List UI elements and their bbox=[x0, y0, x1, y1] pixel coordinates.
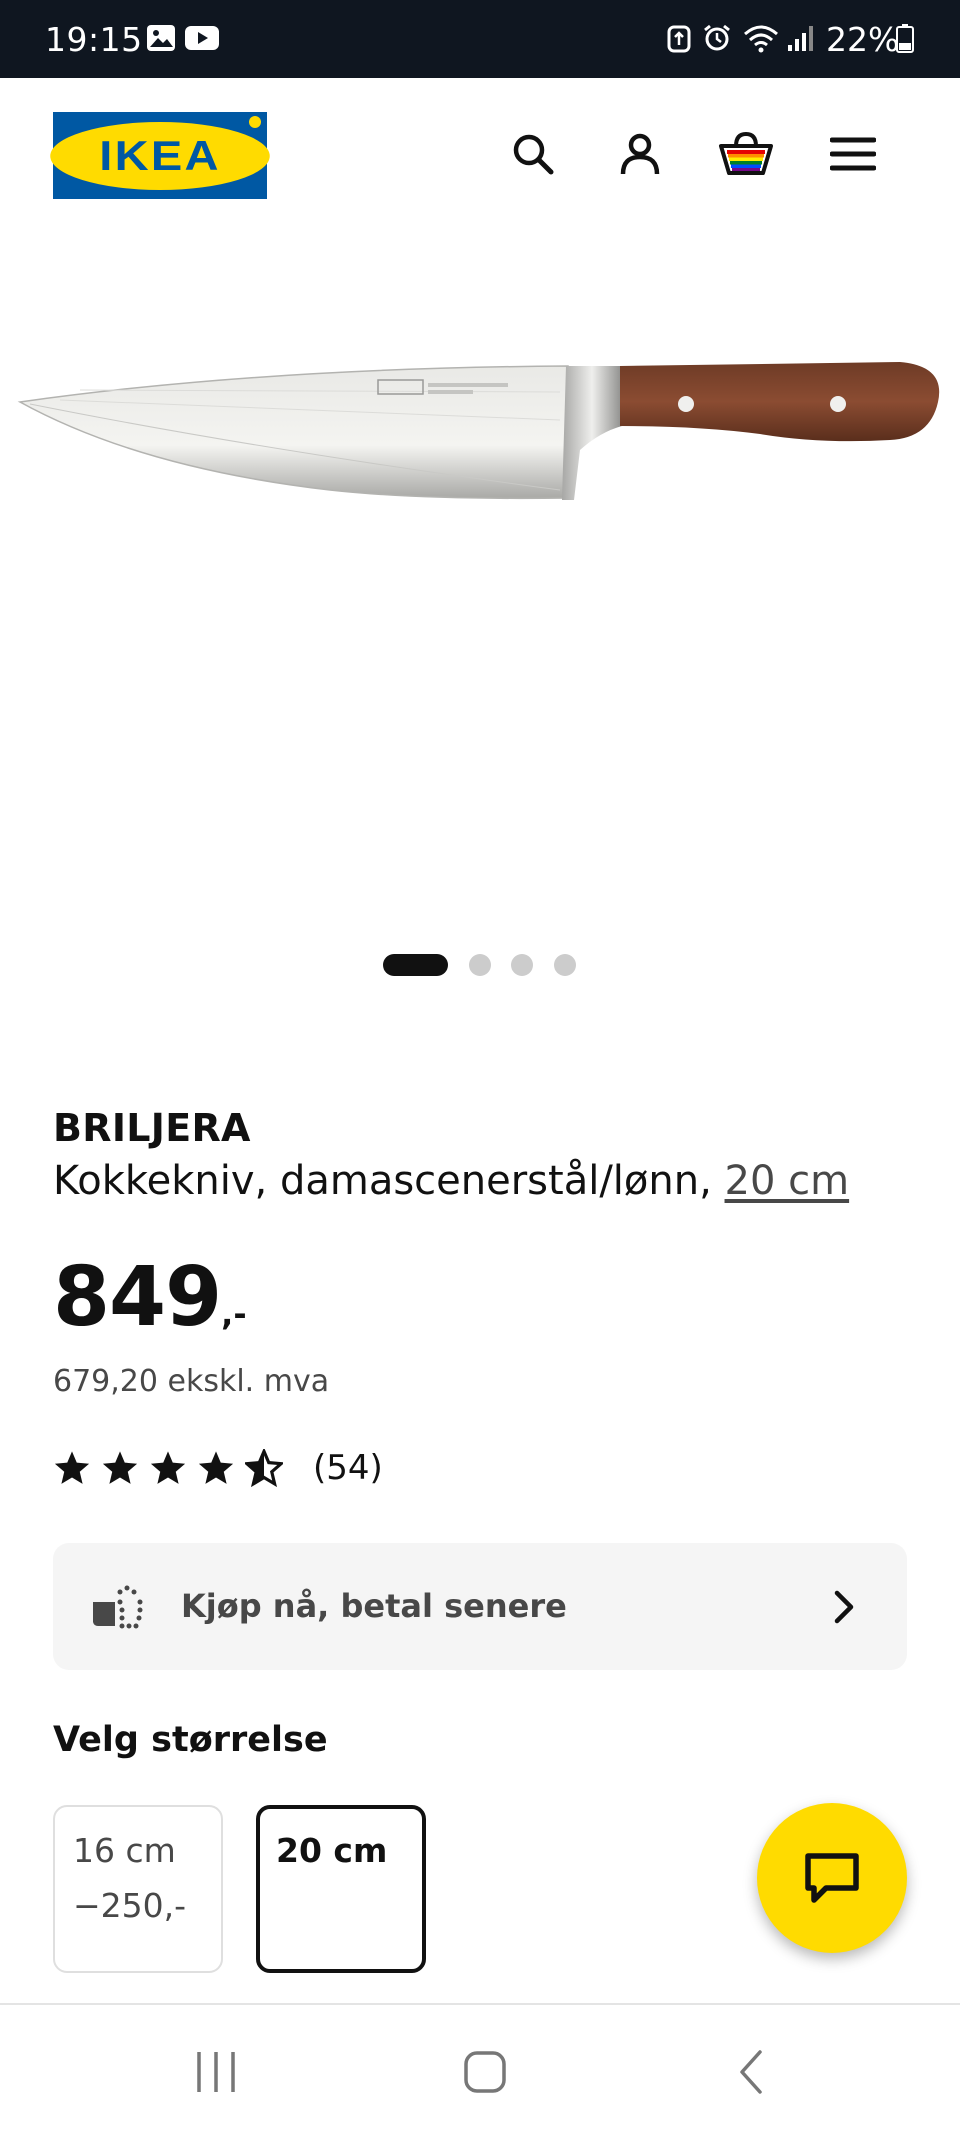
product-size-link[interactable]: 20 cm bbox=[725, 1158, 850, 1204]
logo-text: IKEA bbox=[99, 131, 221, 179]
carousel-dot[interactable] bbox=[554, 954, 576, 976]
status-time: 19:15 bbox=[45, 20, 143, 59]
product-description-text: Kokkekniv, damascenerstål/lønn, bbox=[53, 1158, 712, 1204]
review-count: (54) bbox=[313, 1448, 383, 1488]
site-header: IKEA bbox=[0, 78, 960, 233]
search-icon bbox=[513, 134, 554, 175]
size-option-20cm[interactable]: 20 cm bbox=[256, 1805, 426, 1973]
star-half-icon bbox=[245, 1449, 283, 1487]
account-button[interactable] bbox=[600, 114, 680, 194]
knife-illustration bbox=[17, 362, 940, 500]
star-full-icon bbox=[150, 1451, 186, 1484]
recents-button[interactable] bbox=[186, 2045, 246, 2099]
home-button[interactable] bbox=[455, 2045, 515, 2099]
back-icon bbox=[740, 2050, 762, 2094]
carousel-dot[interactable] bbox=[511, 954, 533, 976]
youtube-notification-icon bbox=[184, 24, 220, 56]
battery-percentage: 22% bbox=[826, 20, 900, 59]
product-name: BRILJERA bbox=[53, 1106, 251, 1150]
star-full-icon bbox=[54, 1451, 90, 1484]
menu-button[interactable] bbox=[813, 114, 893, 194]
size-option-name: 16 cm bbox=[73, 1831, 176, 1870]
star-full-icon bbox=[198, 1451, 234, 1484]
back-button[interactable] bbox=[722, 2045, 782, 2099]
size-option-16cm[interactable]: 16 cm −250,- bbox=[53, 1805, 223, 1973]
status-bar: 19:15 22% bbox=[0, 0, 960, 78]
alarm-icon bbox=[702, 23, 732, 57]
wifi-icon bbox=[742, 23, 780, 57]
signal-icon bbox=[786, 23, 816, 57]
chat-button[interactable] bbox=[757, 1803, 907, 1953]
menu-icon bbox=[830, 137, 876, 171]
size-option-price-diff: −250,- bbox=[73, 1886, 187, 1925]
system-navigation-bar bbox=[0, 2003, 960, 2133]
gallery-notification-icon bbox=[146, 24, 176, 56]
search-button[interactable] bbox=[493, 114, 573, 194]
bnpl-label: Kjøp nå, betal senere bbox=[181, 1587, 567, 1625]
product-image[interactable] bbox=[0, 340, 960, 520]
size-selector-title: Velg størrelse bbox=[53, 1720, 328, 1760]
product-description: Kokkekniv, damascenerstål/lønn, 20 cm bbox=[53, 1158, 849, 1204]
product-rating[interactable]: (54) bbox=[53, 1448, 383, 1488]
price-integer: 849 bbox=[53, 1250, 222, 1345]
price-suffix: ,- bbox=[221, 1295, 247, 1333]
payment-bag-icon bbox=[93, 1585, 143, 1629]
recents-icon bbox=[197, 2052, 235, 2092]
image-carousel-indicator bbox=[0, 952, 960, 976]
home-icon bbox=[464, 2051, 506, 2093]
buy-now-pay-later-banner[interactable]: Kjøp nå, betal senere bbox=[53, 1543, 907, 1670]
chevron-right-icon bbox=[834, 1590, 854, 1624]
battery-icon bbox=[896, 23, 914, 57]
price-excl-vat: 679,20 ekskl. mva bbox=[53, 1364, 330, 1399]
basket-icon bbox=[719, 131, 773, 175]
star-full-icon bbox=[102, 1451, 138, 1484]
size-option-name: 20 cm bbox=[276, 1831, 388, 1870]
recycle-icon bbox=[666, 23, 692, 57]
account-icon bbox=[620, 133, 660, 175]
chat-icon bbox=[805, 1853, 859, 1903]
carousel-dot[interactable] bbox=[469, 954, 491, 976]
product-price: 849,- bbox=[53, 1250, 247, 1345]
ikea-logo[interactable]: IKEA bbox=[50, 112, 270, 199]
basket-button[interactable] bbox=[706, 114, 786, 194]
carousel-dot-active[interactable] bbox=[383, 954, 448, 976]
